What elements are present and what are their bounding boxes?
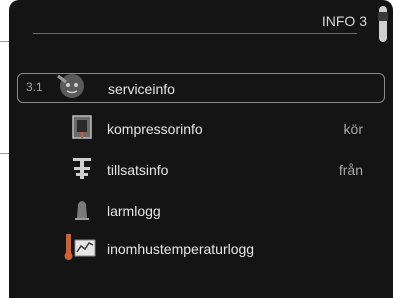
menu-value: kör bbox=[343, 121, 363, 137]
menu-item-tillsatsinfo[interactable]: tillsatsinfo från bbox=[17, 155, 385, 185]
service-icon bbox=[56, 70, 84, 98]
menu-item-inomhustemperaturlogg[interactable]: inomhustemperaturlogg bbox=[17, 234, 385, 264]
menu-label: serviceinfo bbox=[108, 81, 175, 97]
menu-label: kompressorinfo bbox=[107, 121, 203, 137]
alarm-bell-icon bbox=[69, 196, 95, 222]
page-title: INFO 3 bbox=[321, 13, 367, 29]
compressor-icon bbox=[69, 114, 95, 140]
heater-icon bbox=[69, 155, 95, 181]
menu-value: från bbox=[338, 162, 363, 178]
menu-label: tillsatsinfo bbox=[107, 162, 169, 178]
menu-label: inomhustemperaturlogg bbox=[107, 241, 255, 257]
menu-index: 3.1 bbox=[26, 80, 43, 94]
header-divider bbox=[33, 33, 357, 34]
menu-item-kompressorinfo[interactable]: kompressorinfo kör bbox=[17, 114, 385, 144]
temperature-log-icon bbox=[63, 232, 97, 262]
menu-label: larmlogg bbox=[107, 203, 161, 219]
scrollbar-thumb[interactable] bbox=[378, 12, 388, 21]
menu-item-serviceinfo[interactable]: 3.1 serviceinfo bbox=[17, 73, 385, 103]
display-screen: INFO 3 3.1 serviceinfo kompressorinfo kö… bbox=[9, 0, 393, 298]
menu-item-larmlogg[interactable]: larmlogg bbox=[17, 196, 385, 226]
